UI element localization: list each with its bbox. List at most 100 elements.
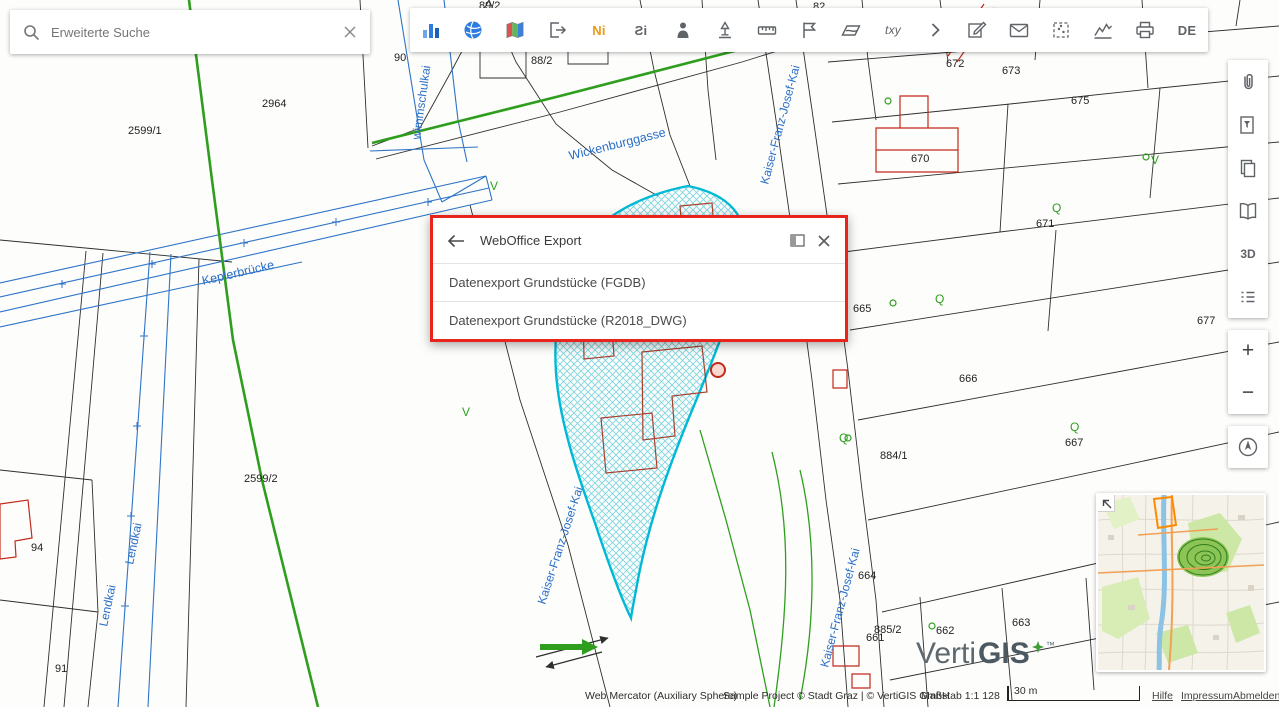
scalebar: 30 m — [1007, 686, 1140, 701]
locate-button[interactable] — [1228, 426, 1268, 468]
exit-arrow-icon — [546, 19, 568, 41]
elevation-profile-button[interactable] — [1082, 8, 1124, 52]
weboffice-app: 29642599/19088/289/2822599/2884/1885/294… — [0, 0, 1279, 707]
map-label: V — [1151, 153, 1159, 167]
map-label: 884/1 — [880, 450, 908, 462]
toolbar-expand-button[interactable] — [914, 8, 956, 52]
map-label: 670 — [911, 153, 929, 165]
copy-icon — [1237, 157, 1259, 179]
legend-button[interactable] — [1228, 189, 1268, 232]
zoom-in-button[interactable]: + — [1228, 330, 1268, 372]
search-input[interactable] — [51, 25, 332, 40]
map-canvas[interactable]: 29642599/19088/289/2822599/2884/1885/294… — [0, 0, 1279, 707]
map-label: 2599/1 — [128, 125, 162, 137]
mail-icon — [1008, 19, 1030, 41]
three-d-label: 3D — [1240, 247, 1255, 261]
redlining-button[interactable] — [956, 8, 998, 52]
poi-button[interactable] — [662, 8, 704, 52]
statistics-button[interactable] — [410, 8, 452, 52]
layer-list-button[interactable] — [1228, 275, 1268, 318]
map-label: Q — [839, 431, 848, 445]
logo-text-right: GIS — [978, 637, 1030, 671]
map-label: 2964 — [262, 98, 286, 110]
globe-icon — [462, 19, 484, 41]
zi-tool-button[interactable]: Ƨi — [620, 8, 662, 52]
export-option-dwg[interactable]: Datenexport Grundstücke (R2018_DWG) — [433, 301, 845, 339]
back-arrow-icon — [447, 234, 465, 248]
dock-panel-icon — [790, 234, 805, 247]
attachments-button[interactable] — [1228, 60, 1268, 103]
spatial-select-button[interactable] — [1040, 8, 1082, 52]
locate-control — [1228, 426, 1268, 468]
flag-icon — [798, 19, 820, 41]
right-toolbar: 3D — [1228, 60, 1268, 318]
zoom-out-label: − — [1242, 381, 1254, 405]
dialog-dock-button[interactable] — [790, 234, 805, 247]
exit-session-button[interactable] — [536, 8, 578, 52]
scalebar-label: 30 m — [1014, 685, 1037, 697]
impressum-link[interactable]: Impressum — [1181, 690, 1233, 702]
chevron-right-icon — [924, 19, 946, 41]
search-close-button[interactable] — [343, 25, 357, 39]
dialog-title: WebOffice Export — [480, 233, 778, 248]
zoom-in-label: + — [1242, 339, 1254, 363]
export-option-fgdb[interactable]: Datenexport Grundstücke (FGDB) — [433, 263, 845, 301]
language-de-button[interactable]: DE — [1166, 8, 1208, 52]
overview-collapse-button[interactable] — [1098, 495, 1115, 512]
surface-3d-button[interactable] — [830, 8, 872, 52]
filter-document-icon — [1237, 114, 1259, 136]
dialog-back-button[interactable] — [447, 234, 465, 248]
zoom-out-button[interactable]: − — [1228, 372, 1268, 414]
measure-button[interactable] — [746, 8, 788, 52]
bookmark-button[interactable] — [788, 8, 830, 52]
map-label: 666 — [959, 373, 977, 385]
send-mail-button[interactable] — [998, 8, 1040, 52]
map-scale-label: Maßstab 1:1 128 — [921, 690, 1000, 702]
map-label: 677 — [1197, 315, 1215, 327]
coordinates-button[interactable]: txy — [872, 8, 914, 52]
help-link[interactable]: Hilfe — [1152, 690, 1173, 702]
bar-chart-icon — [420, 19, 442, 41]
dialog-header: WebOffice Export — [433, 218, 845, 263]
map-label: 88/2 — [531, 55, 552, 67]
vertigis-logo: VertiGIS ™ — [916, 637, 1055, 671]
logo-trademark: ™ — [1046, 640, 1055, 650]
projection-label: Web Mercator (Auxiliary Sphere) — [585, 690, 737, 702]
main-toolbar: Ni Ƨi txy DE — [410, 8, 1208, 52]
three-d-button[interactable]: 3D — [1228, 232, 1268, 275]
logo-spark-icon — [1032, 641, 1044, 653]
map-label: V — [462, 405, 470, 419]
print-button[interactable] — [1124, 8, 1166, 52]
basemap-button[interactable] — [494, 8, 536, 52]
map-label: 662 — [936, 625, 954, 637]
ruler-icon — [756, 19, 778, 41]
dialog-close-button[interactable] — [817, 234, 831, 248]
language-de-label: DE — [1178, 23, 1196, 38]
ni-tool-button[interactable]: Ni — [578, 8, 620, 52]
person-icon — [672, 19, 694, 41]
globe-view-button[interactable] — [452, 8, 494, 52]
map-label: 661 — [866, 632, 884, 644]
list-icon — [1237, 286, 1259, 308]
map-label: 671 — [1036, 218, 1054, 230]
map-label: 675 — [1071, 95, 1089, 107]
search-bar — [10, 10, 370, 54]
search-icon — [23, 24, 40, 41]
map-label: Q — [935, 292, 944, 306]
paperclip-icon — [1237, 71, 1259, 93]
benchmark-button[interactable] — [704, 8, 746, 52]
logout-link[interactable]: Abmelden — [1233, 690, 1279, 702]
selection-rect-icon — [1050, 19, 1072, 41]
map-label: V — [490, 179, 498, 193]
map-label: 2599/2 — [244, 473, 278, 485]
map-label: 663 — [1012, 617, 1030, 629]
printer-icon — [1134, 19, 1156, 41]
close-icon — [343, 25, 357, 39]
query-filter-button[interactable] — [1228, 103, 1268, 146]
compass-needle-icon — [1236, 435, 1260, 459]
copy-map-button[interactable] — [1228, 146, 1268, 189]
edit-pencil-icon — [966, 19, 988, 41]
copyright-label: Sample Project © Stadt Graz | © VertiGIS… — [723, 690, 950, 702]
overview-map[interactable] — [1096, 493, 1266, 672]
overview-map-image — [1098, 495, 1264, 670]
